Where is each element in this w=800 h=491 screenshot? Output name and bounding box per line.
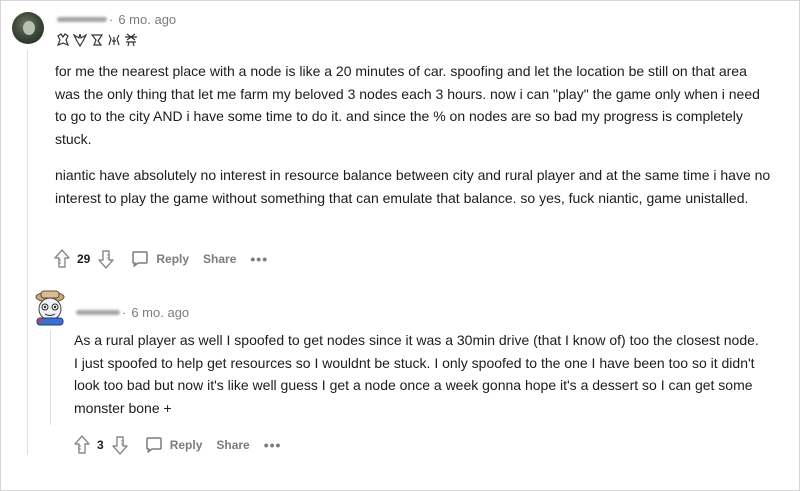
- upvote-icon[interactable]: [52, 248, 72, 270]
- downvote-icon[interactable]: [96, 248, 116, 270]
- share-button[interactable]: Share: [203, 252, 236, 266]
- username-redacted[interactable]: [57, 16, 107, 22]
- username-redacted[interactable]: [76, 309, 120, 315]
- vote-score: 29: [77, 252, 91, 266]
- timestamp[interactable]: 6 mo. ago: [131, 305, 189, 320]
- share-button[interactable]: Share: [216, 438, 249, 452]
- comment-action-bar: 29 Reply Share •••: [52, 246, 268, 272]
- thread-collapse-line[interactable]: [50, 330, 51, 425]
- downvote-icon[interactable]: [110, 434, 130, 456]
- avatar[interactable]: [31, 288, 69, 326]
- reply-label: Reply: [169, 438, 203, 452]
- flair-pikmin-white-icon: [108, 34, 120, 46]
- comment-bubble-icon: [145, 437, 162, 453]
- comment-paragraph: As a rural player as well I spoofed to g…: [74, 332, 759, 416]
- reply-label: Reply: [156, 252, 190, 266]
- thread-collapse-line[interactable]: [27, 50, 28, 455]
- comment-body: for me the nearest place with a node is …: [55, 60, 775, 223]
- comment-paragraph: for me the nearest place with a node is …: [55, 63, 760, 147]
- comment-action-bar: 3 Reply Share •••: [72, 432, 281, 458]
- vote-score: 3: [97, 438, 104, 452]
- comment-body: As a rural player as well I spoofed to g…: [74, 329, 764, 419]
- flair-pikmin-yellow-icon: [90, 34, 104, 46]
- overflow-menu-icon[interactable]: •••: [250, 252, 268, 266]
- meta-separator: ·: [122, 304, 127, 320]
- comment-meta: · 6 mo. ago: [76, 304, 189, 320]
- reply-button[interactable]: Reply: [144, 435, 203, 455]
- reply-button[interactable]: Reply: [130, 249, 189, 269]
- avatar[interactable]: [12, 12, 44, 44]
- comment-meta: · 6 mo. ago: [57, 11, 176, 27]
- flair-pikmin-red-icon: [56, 33, 70, 47]
- comment-paragraph: niantic have absolutely no interest in r…: [55, 167, 771, 206]
- flair-pikmin-blue-icon: [73, 33, 87, 47]
- comment-bubble-icon: [132, 251, 149, 267]
- upvote-icon[interactable]: [72, 434, 92, 456]
- avatar-face: [23, 21, 35, 35]
- timestamp[interactable]: 6 mo. ago: [118, 12, 176, 27]
- overflow-menu-icon[interactable]: •••: [264, 438, 282, 452]
- user-flair: [56, 31, 138, 49]
- meta-separator: ·: [109, 11, 114, 27]
- flair-pikmin-purple-icon: [125, 33, 137, 47]
